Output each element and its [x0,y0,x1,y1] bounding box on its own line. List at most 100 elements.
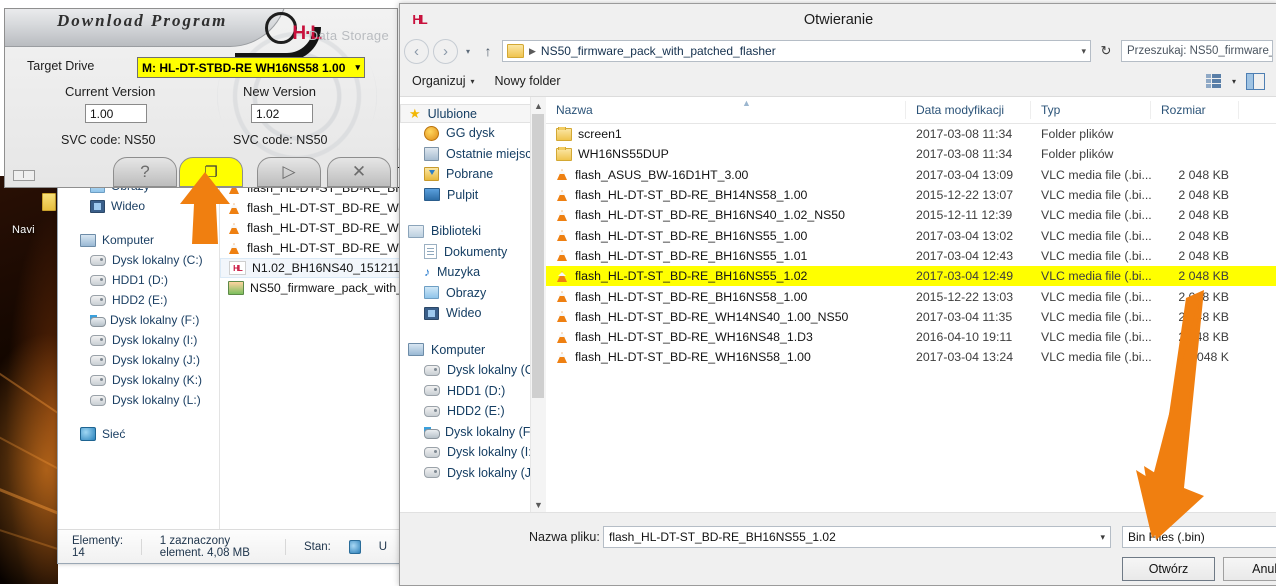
sidebar-item-obrazy[interactable]: Obrazy [400,283,546,304]
hl-app-icon: HL [229,261,246,275]
close-button[interactable]: ✕ [327,157,391,187]
bg-nav-item[interactable]: Dysk lokalny (F:) [58,310,218,330]
table-row[interactable]: WH16NS55DUP 2017-03-08 11:34 Folder plik… [546,144,1276,164]
recent-locations-button[interactable]: ▾ [462,40,474,62]
table-row-selected[interactable]: flash_HL-DT-ST_BD-RE_BH16NS55_1.02 2017-… [546,266,1276,287]
sidebar-item-label: Wideo [446,306,482,321]
bg-nav-item[interactable]: Dysk lokalny (L:) [58,390,218,410]
nav-pane-scrollbar[interactable]: ▲ ▼ [530,97,546,513]
preview-pane-icon[interactable] [1246,72,1265,90]
file-name-cell: flash_HL-DT-ST_BD-RE_BH16NS55_1.02 [546,269,906,283]
file-type-cell: VLC media file (.bi... [1041,248,1151,263]
refresh-icon: ↻ [1100,43,1112,58]
table-row[interactable]: flash_HL-DT-ST_BD-RE_BH16NS55_1.01 2017-… [546,246,1276,266]
resize-grip-icon [13,170,35,181]
sidebar-item-gg-dysk[interactable]: GG dysk [400,123,546,144]
cancel-button[interactable]: Anuluj [1223,557,1276,581]
bg-nav-spacer [58,410,218,424]
scroll-down-icon[interactable]: ▼ [531,496,546,513]
column-header-type[interactable]: Typ [1031,101,1151,119]
status-divider [141,538,142,555]
table-row[interactable]: flash_ASUS_BW-16D1HT_3.00 2017-03-04 13:… [546,165,1276,185]
sidebar-item-dokumenty[interactable]: Dokumenty [400,242,546,263]
column-header-size[interactable]: Rozmiar [1151,101,1239,119]
file-type-cell: VLC media file (.bi... [1041,269,1151,284]
scrollbar-thumb[interactable] [532,114,544,398]
background-explorer-file-list[interactable]: flash_HL-DT-ST_BD-RE_BH1 flash_HL-DT-ST_… [219,150,401,529]
bg-nav-label: Komputer [102,233,155,247]
sidebar-item-dysk-f[interactable]: Dysk lokalny (F:) [400,422,546,443]
file-size-cell: 2 048 KB [1178,167,1229,182]
dialog-toolbar: Organizuj ▾ Nowy folder ▾ [400,66,1276,97]
target-drive-dropdown[interactable]: M: HL-DT-STBD-RE WH16NS58 1.00 ▾ [137,57,365,78]
file-name: screen1 [578,127,622,142]
help-button[interactable]: ? [113,157,177,187]
sidebar-item-pulpit[interactable]: Pulpit [400,185,546,206]
sort-ascending-icon: ▲ [742,98,751,108]
sidebar-item-ostatnie-miejsca[interactable]: Ostatnie miejsca [400,144,546,165]
chevron-down-icon[interactable]: ▾ [1232,77,1236,86]
bg-nav-item[interactable]: HDD1 (D:) [58,270,218,290]
sidebar-item-wideo[interactable]: Wideo [400,303,546,324]
list-item[interactable]: HL N1.02_BH16NS40_151211_on [220,258,401,278]
sidebar-item-label: Dysk lokalny (F:) [445,424,539,439]
table-row[interactable]: flash_HL-DT-ST_BD-RE_BH16NS40_1.02_NS50 … [546,205,1276,225]
column-header-name[interactable]: Nazwa [546,101,906,119]
bg-nav-item[interactable]: Sieć [58,424,218,444]
column-header-modified[interactable]: Data modyfikacji [906,101,1031,119]
sidebar-item-dysk-i[interactable]: Dysk lokalny (I:) [400,442,546,463]
download-program-window[interactable]: Download Program H·L Data Storage Target… [4,8,398,188]
search-input[interactable]: Przeszukaj: NS50_firmware_pa [1121,40,1273,62]
filename-input[interactable]: flash_HL-DT-ST_BD-RE_BH16NS55_1.02 ▾ [603,526,1111,548]
bg-nav-item[interactable]: HDD2 (E:) [58,290,218,310]
sidebar-item-hdd1-d[interactable]: HDD1 (D:) [400,381,546,402]
sidebar-item-label: Pobrane [446,167,494,182]
file-name: flash_HL-DT-ST_BD-RE_WH16NS48_1.D3 [575,330,813,345]
sidebar-item-muzyka[interactable]: ♪ Muzyka [400,262,546,283]
sidebar-item-dysk-j[interactable]: Dysk lokalny (J:) [400,463,546,484]
system-drive-icon [424,426,440,439]
sidebar-item-dysk-c[interactable]: Dysk lokalny (C:) [400,360,546,381]
dialog-nav-pane[interactable]: ★ Ulubione GG dysk Ostatnie miejsca Pobra… [400,97,546,513]
desktop-folder-icon[interactable] [42,193,56,211]
vlc-icon [556,168,569,181]
sidebar-item-biblioteki[interactable]: Biblioteki [400,221,546,242]
organize-button[interactable]: Organizuj ▾ [412,74,475,88]
chevron-down-icon[interactable]: ▾ [1081,46,1086,57]
vlc-icon [556,209,569,222]
bg-nav-item[interactable]: Dysk lokalny (J:) [58,350,218,370]
vlc-icon [556,189,569,202]
bg-nav-label: Dysk lokalny (F:) [110,313,200,327]
breadcrumb[interactable]: ▶ NS50_firmware_pack_with_patched_flashe… [502,40,1091,62]
start-button[interactable]: ▷ [257,157,321,187]
table-row[interactable]: screen1 2017-03-08 11:34 Folder plików [546,124,1276,144]
brand-text: Data Storage [308,28,389,43]
list-item[interactable]: NS50_firmware_pack_with_p [220,278,401,298]
table-row[interactable]: flash_HL-DT-ST_BD-RE_BH16NS55_1.00 2017-… [546,225,1276,245]
page-title: Download Program [57,11,228,30]
file-size-cell: 2 048 KB [1178,228,1229,243]
sidebar-item-label: Dysk lokalny (C:) [447,363,542,378]
table-row[interactable]: flash_HL-DT-ST_BD-RE_BH14NS58_1.00 2015-… [546,185,1276,205]
up-one-level-button[interactable]: ↑ [478,40,498,62]
list-item[interactable]: flash_HL-DT-ST_BD-RE_WH1 [220,218,401,238]
sidebar-item-ulubione[interactable]: ★ Ulubione [400,104,546,123]
status-divider [285,538,286,555]
bg-nav-item[interactable]: Dysk lokalny (K:) [58,370,218,390]
svc-code-new: SVC code: NS50 [233,133,328,147]
sidebar-item-komputer[interactable]: Komputer [400,340,546,361]
file-modified-cell: 2015-12-22 13:07 [916,188,1014,203]
scroll-up-icon[interactable]: ▲ [531,97,546,114]
list-item[interactable]: flash_HL-DT-ST_BD-RE_WH1 [220,238,401,258]
refresh-button[interactable]: ↻ [1095,40,1117,62]
list-item[interactable]: flash_HL-DT-ST_BD-RE_WH1 [220,198,401,218]
change-view-icon[interactable] [1205,74,1222,88]
back-button[interactable]: ‹ [404,38,429,64]
new-folder-button[interactable]: Nowy folder [495,74,561,88]
sidebar-item-pobrane[interactable]: Pobrane [400,164,546,185]
sidebar-item-hdd2-e[interactable]: HDD2 (E:) [400,401,546,422]
forward-button[interactable]: › [433,38,458,64]
bg-nav-item[interactable]: Dysk lokalny (I:) [58,330,218,350]
bg-nav-item[interactable]: Dysk lokalny (C:) [58,250,218,270]
open-button[interactable]: Otwórz [1122,557,1215,581]
